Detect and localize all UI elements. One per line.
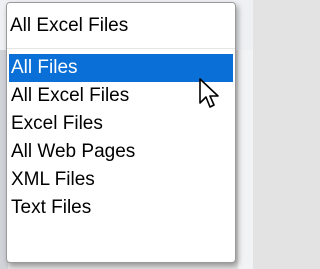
option-excel-files[interactable]: Excel Files [9,110,233,138]
file-type-combobox[interactable]: All Excel Files [7,3,235,49]
option-text-files[interactable]: Text Files [9,194,233,222]
option-xml-files[interactable]: XML Files [9,166,233,194]
window-edge-right [238,50,253,269]
combobox-value: All Excel Files [10,15,129,36]
option-all-web-pages[interactable]: All Web Pages [9,138,233,166]
arrow-pointer-icon [199,78,219,108]
file-type-dropdown[interactable]: All Excel Files All Files All Excel File… [6,2,236,263]
